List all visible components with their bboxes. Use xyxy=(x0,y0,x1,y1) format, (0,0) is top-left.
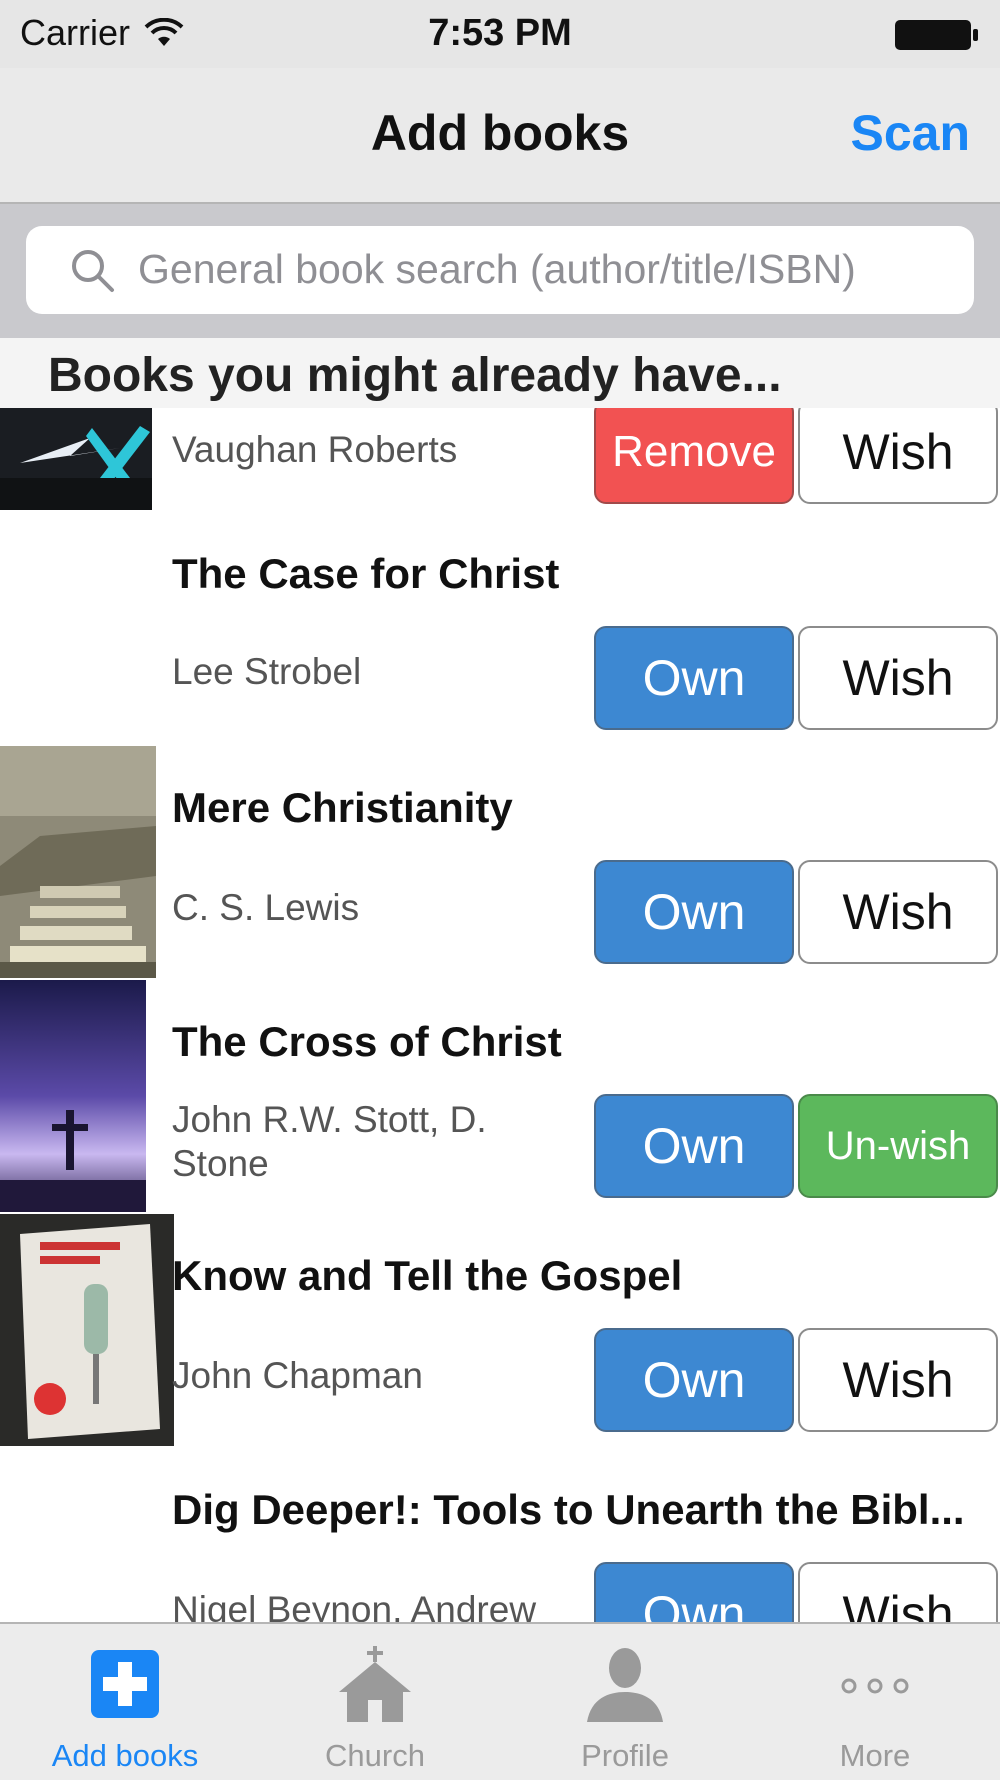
search-input[interactable]: General book search (author/title/ISBN) xyxy=(26,226,974,314)
status-bar: Carrier 7:53 PM xyxy=(0,0,1000,68)
tab-label: Church xyxy=(325,1738,425,1773)
wish-button[interactable]: Wish xyxy=(798,626,998,730)
wish-button[interactable]: Wish xyxy=(798,1328,998,1432)
book-author: C. S. Lewis xyxy=(172,887,360,928)
book-row[interactable]: Mere Christianity C. S. Lewis Own Wish xyxy=(0,746,1000,982)
book-title: The Case for Christ xyxy=(172,550,560,597)
book-row[interactable]: Dig Deeper!: Tools to Unearth the Bibl..… xyxy=(0,1448,1000,1622)
person-icon xyxy=(587,1648,663,1722)
church-icon xyxy=(339,1646,411,1722)
remove-button[interactable]: Remove xyxy=(594,408,794,504)
tab-profile[interactable]: Profile xyxy=(500,1624,750,1780)
own-button[interactable]: Own xyxy=(594,1094,794,1198)
wish-button[interactable]: Wish xyxy=(798,1562,998,1622)
tab-bar: Add books Church Profile More xyxy=(0,1622,1000,1780)
more-icon xyxy=(841,1678,909,1694)
book-row[interactable]: The Case for Christ Lee Strobel Own Wish xyxy=(0,512,1000,748)
tab-label: Profile xyxy=(581,1738,669,1773)
book-row[interactable]: The Cross of Christ John R.W. Stott, D. … xyxy=(0,980,1000,1216)
own-button[interactable]: Own xyxy=(594,1562,794,1622)
tab-label: More xyxy=(839,1738,911,1773)
own-button[interactable]: Own xyxy=(594,860,794,964)
book-author: John R.W. Stott, D. Stone xyxy=(172,1099,487,1184)
book-cover xyxy=(0,1214,174,1446)
book-author: John Chapman xyxy=(172,1355,423,1396)
book-author: Lee Strobel xyxy=(172,651,362,692)
battery-icon xyxy=(895,20,978,50)
section-header: Books you might already have... xyxy=(0,338,1000,408)
own-button[interactable]: Own xyxy=(594,626,794,730)
unwish-button[interactable]: Un-wish xyxy=(798,1094,998,1198)
section-header-label: Books you might already have... xyxy=(48,349,782,402)
book-cover xyxy=(0,408,152,510)
book-cover xyxy=(0,746,156,978)
tab-church[interactable]: Church xyxy=(250,1624,500,1780)
own-button[interactable]: Own xyxy=(594,1328,794,1432)
scan-button[interactable]: Scan xyxy=(850,104,970,162)
book-title: The Cross of Christ xyxy=(172,1018,562,1065)
book-row[interactable]: Vaughan Roberts Remove Wish xyxy=(0,408,1000,514)
book-list[interactable]: Vaughan Roberts Remove Wish The Case for… xyxy=(0,408,1000,1622)
status-time: 7:53 PM xyxy=(428,12,572,54)
book-title: Mere Christianity xyxy=(172,784,513,831)
tab-label: Add books xyxy=(51,1738,199,1773)
wish-button[interactable]: Wish xyxy=(798,860,998,964)
navigation-bar: Add books Scan xyxy=(0,68,1000,204)
search-placeholder: General book search (author/title/ISBN) xyxy=(138,246,856,292)
book-title: Dig Deeper!: Tools to Unearth the Bibl..… xyxy=(172,1486,965,1533)
book-author: Vaughan Roberts xyxy=(172,429,458,470)
wish-button[interactable]: Wish xyxy=(798,408,998,504)
book-title: Know and Tell the Gospel xyxy=(172,1252,683,1299)
book-row[interactable]: Know and Tell the Gospel John Chapman Ow… xyxy=(0,1214,1000,1450)
plus-icon xyxy=(91,1650,159,1718)
book-author: Nigel Beynon, Andrew xyxy=(172,1589,537,1622)
tab-add-books[interactable]: Add books xyxy=(0,1624,250,1780)
search-icon xyxy=(72,250,114,292)
tab-more[interactable]: More xyxy=(750,1624,1000,1780)
search-bar: General book search (author/title/ISBN) xyxy=(0,204,1000,338)
book-cover xyxy=(0,980,146,1212)
